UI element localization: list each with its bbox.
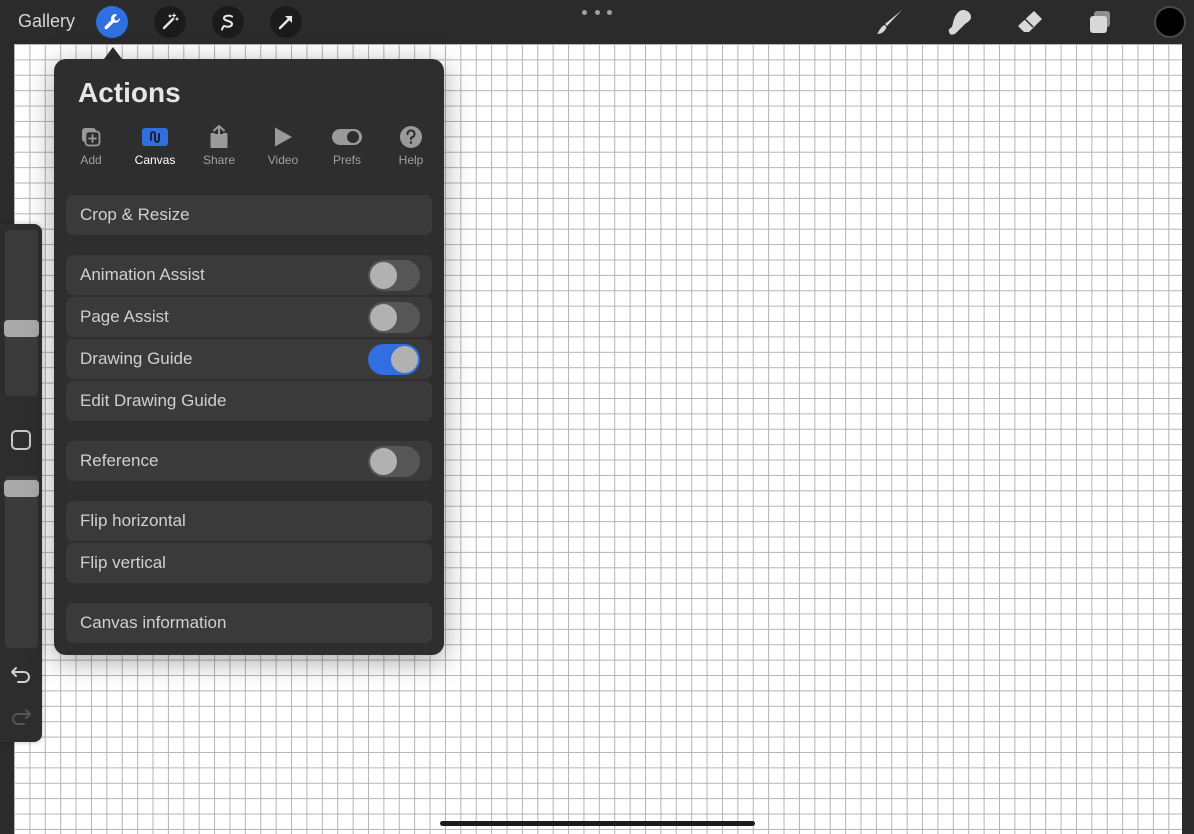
undo-icon (10, 666, 32, 684)
tab-canvas[interactable]: Canvas (123, 123, 187, 169)
edit-drawing-guide-row[interactable]: Edit Drawing Guide (66, 381, 432, 421)
crop-resize-row[interactable]: Crop & Resize (66, 195, 432, 235)
transform-button[interactable] (270, 6, 302, 38)
left-sidebar (0, 224, 42, 742)
color-picker-swatch[interactable] (1154, 6, 1186, 38)
eraser-icon (1015, 7, 1045, 37)
popover-arrow (104, 47, 122, 59)
share-icon (207, 124, 231, 150)
canvas-icon (141, 126, 169, 148)
reference-row[interactable]: Reference (66, 441, 432, 481)
tab-help[interactable]: Help (379, 123, 443, 169)
add-image-icon (79, 125, 103, 149)
undo-button[interactable] (9, 664, 33, 686)
canvas-border-right (1182, 44, 1194, 834)
opacity-slider[interactable] (5, 476, 38, 648)
flip-vertical-row[interactable]: Flip vertical (66, 543, 432, 583)
tab-add[interactable]: Add (59, 123, 123, 169)
selection-button[interactable] (212, 6, 244, 38)
brush-tool-button[interactable] (874, 6, 906, 38)
transform-arrow-icon (276, 12, 296, 32)
actions-button[interactable] (96, 6, 128, 38)
eraser-tool-button[interactable] (1014, 6, 1046, 38)
drawing-guide-row[interactable]: Drawing Guide (66, 339, 432, 379)
brush-size-thumb[interactable] (4, 320, 39, 337)
smudge-icon (945, 7, 975, 37)
brush-size-slider[interactable] (5, 230, 38, 396)
opacity-thumb[interactable] (4, 480, 39, 497)
tab-video[interactable]: Video (251, 123, 315, 169)
selection-icon (218, 12, 238, 32)
redo-icon (10, 708, 32, 726)
page-assist-row[interactable]: Page Assist (66, 297, 432, 337)
toggle-icon (331, 128, 363, 146)
top-toolbar: Gallery (0, 0, 1194, 44)
page-assist-toggle[interactable] (368, 302, 420, 333)
drawing-guide-toggle[interactable] (368, 344, 420, 375)
more-options-dots[interactable] (582, 4, 612, 20)
play-icon (272, 126, 294, 148)
actions-popover: Actions Add Canvas Share Video Prefs Hel… (54, 59, 444, 655)
magic-wand-icon (160, 12, 180, 32)
actions-tabs: Add Canvas Share Video Prefs Help (68, 123, 438, 169)
canvas-information-row[interactable]: Canvas information (66, 603, 432, 643)
home-indicator (440, 821, 755, 826)
tab-share[interactable]: Share (187, 123, 251, 169)
gallery-button[interactable]: Gallery (18, 11, 75, 32)
reference-toggle[interactable] (368, 446, 420, 477)
animation-assist-toggle[interactable] (368, 260, 420, 291)
animation-assist-row[interactable]: Animation Assist (66, 255, 432, 295)
help-icon (399, 125, 423, 149)
adjustments-button[interactable] (154, 6, 186, 38)
layers-icon (1086, 8, 1114, 36)
wrench-icon (102, 12, 122, 32)
modify-button[interactable] (11, 430, 31, 450)
flip-horizontal-row[interactable]: Flip horizontal (66, 501, 432, 541)
tab-prefs[interactable]: Prefs (315, 123, 379, 169)
popover-title: Actions (78, 77, 181, 109)
brush-icon (875, 7, 905, 37)
layers-button[interactable] (1084, 6, 1116, 38)
redo-button[interactable] (9, 706, 33, 728)
smudge-tool-button[interactable] (944, 6, 976, 38)
